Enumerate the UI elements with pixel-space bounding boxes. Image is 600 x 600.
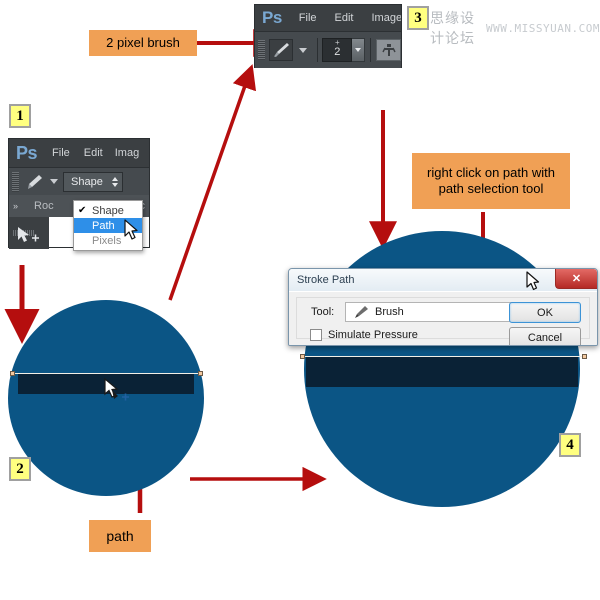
dialog-inner-frame: Tool: Brush Simulate Pressure OK Cancel [296,297,590,345]
stepper-arrows[interactable] [106,176,118,187]
panel-expand-icon[interactable]: » [9,201,22,211]
path-selection-tool-icon[interactable] [15,225,41,245]
callout-right-click: right click on path with path selection … [412,153,570,209]
step-badge-2: 2 [9,457,31,481]
airbrush-toggle[interactable] [376,39,401,61]
toolbar-grip[interactable] [12,171,19,192]
tool-mode-value: Shape [71,175,103,188]
simulate-pressure-row[interactable]: Simulate Pressure [310,329,418,341]
watermark-en: WWW.MISSYUAN.COM [486,21,600,35]
dialog-title-bar[interactable]: Stroke Path ✕ [289,269,597,291]
photoshop-logo: Ps [262,8,282,27]
brush-size-input[interactable]: + 2 [322,38,353,62]
callout-right-click-line2: path selection tool [438,181,544,196]
photoshop-toolbar-top: Ps File Edit Image + 2 [254,4,402,68]
path-anchor-point-right-b[interactable] [582,354,587,359]
mouse-pointer-icon [124,219,138,240]
photoshop-logo: Ps [16,142,38,163]
ok-button[interactable]: OK [509,302,581,323]
step-badge-3: 3 [407,6,429,30]
chevron-down-icon [112,182,118,187]
path-anchor-point-left[interactable] [10,371,15,376]
path-anchor-point-right-a[interactable] [300,354,305,359]
watermark-cn: 思缘设计论坛 [430,11,475,47]
chevron-down-icon[interactable] [50,179,58,184]
step-badge-1: 1 [9,104,31,128]
path-anchor-point-right[interactable] [198,371,203,376]
circle-dark-band-right [306,357,578,387]
menu-file[interactable]: File [45,147,77,159]
brush-icon [355,306,368,318]
callout-path: path [89,520,151,552]
brush-icon [273,43,289,57]
dropdown-item-label: Pixels [92,234,122,247]
chevron-down-icon [355,48,362,52]
menu-edit[interactable]: Edit [326,12,363,24]
tool-select[interactable]: Brush [345,302,527,322]
tool-mode-combo[interactable]: Shape [63,171,123,192]
watermark: 思缘设计论坛 WWW.MISSYUAN.COM [430,8,600,48]
arrow-circle-to-toolbar [168,64,257,301]
toolbar-grip[interactable] [258,40,265,60]
dropdown-item-shape[interactable]: ✔ Shape [74,203,142,218]
callout-brush: 2 pixel brush [89,30,197,56]
dropdown-item-label: Shape [92,204,124,217]
step-badge-4: 4 [559,433,581,457]
mouse-pointer-icon [526,271,540,291]
airbrush-icon [381,44,396,56]
tool-field-label: Tool: [311,306,335,318]
divider [317,38,319,62]
tool-select-value: Brush [375,306,404,318]
stroke-path-dialog: Stroke Path ✕ Tool: Brush Simulate Press… [288,268,598,346]
menu-image[interactable]: Imag [110,147,144,159]
check-icon: ✔ [78,205,87,216]
menu-bar-step1: Ps File Edit Imag [9,139,149,167]
dialog-body: Tool: Brush Simulate Pressure OK Cancel [289,291,597,345]
vector-path-line-left[interactable] [12,373,200,374]
vector-path-line-right[interactable] [302,356,584,357]
chevron-down-icon[interactable] [299,47,308,53]
cancel-button[interactable]: Cancel [509,327,581,345]
options-bar-step1: Shape [9,167,149,195]
close-icon[interactable]: ✕ [555,269,597,289]
pen-tool-icon[interactable] [23,172,45,192]
dropdown-item-label: Path [92,219,115,232]
callout-right-click-line1: right click on path with [427,165,555,180]
menu-edit[interactable]: Edit [77,147,110,159]
path-selection-cursor [104,377,129,401]
dialog-title: Stroke Path [297,274,355,286]
simulate-pressure-label: Simulate Pressure [328,329,418,341]
chevron-up-icon [112,176,118,181]
menu-image[interactable]: Image [363,12,402,24]
simulate-pressure-checkbox[interactable] [310,329,322,341]
brush-tool-swatch[interactable] [268,39,294,61]
divider [370,38,372,62]
menu-file[interactable]: File [290,12,326,24]
options-bar-top: + 2 [255,31,401,68]
brush-size-dropdown[interactable] [352,38,366,62]
brush-size-value: 2 [334,46,341,58]
menu-bar-top: Ps File Edit Image [255,5,401,31]
document-tab-label[interactable]: Roc [22,200,54,212]
